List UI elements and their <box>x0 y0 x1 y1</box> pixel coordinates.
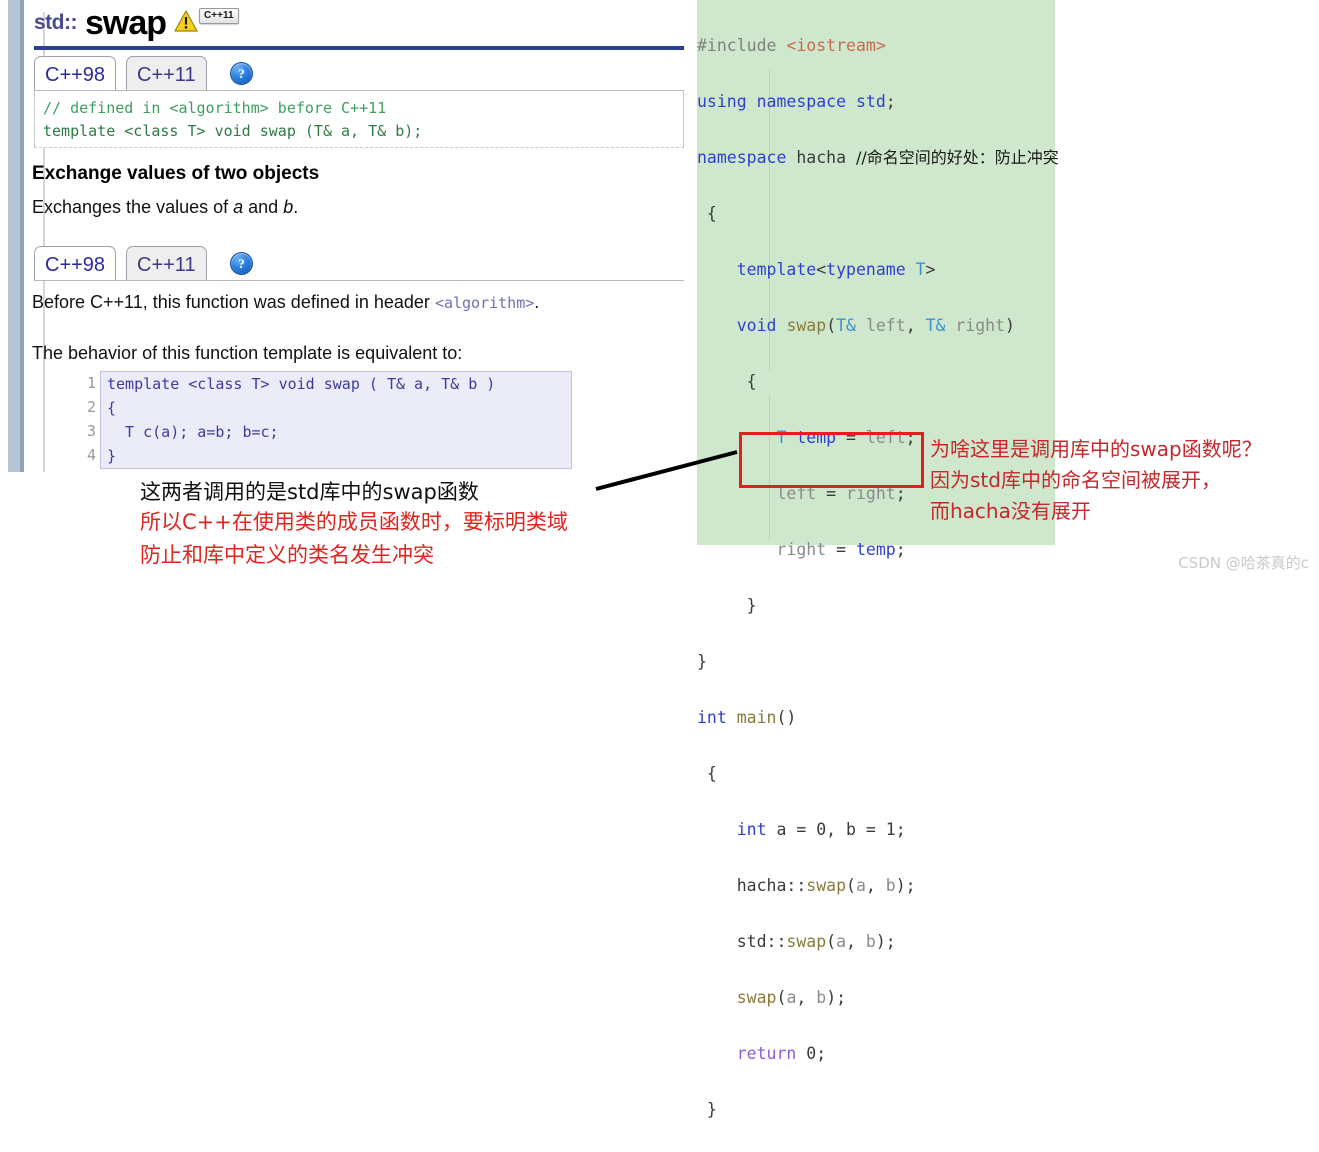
annotation-right-red: 为啥这里是调用库中的swap函数呢？ 因为std库中的命名空间被展开， 而hac… <box>930 434 1262 527</box>
code-line-brace-close-main: } <box>697 1100 717 1119</box>
before-text: Before C++11, this function was defined … <box>32 292 435 312</box>
tab-cpp11-top[interactable]: C++11 <box>126 56 207 90</box>
csdn-watermark: CSDN @哈茶真的c <box>1178 554 1309 572</box>
code-line-int-decl: int a = 0, b = 1; <box>736 820 906 839</box>
paragraph-var-a: a <box>233 197 244 217</box>
code-line-namespace: namespace hacha //命名空间的好处：防止冲突 <box>697 148 1059 167</box>
reference-panel: std:: swap C++11 C++98 C++11 ? // define… <box>0 0 697 472</box>
code-editor-text[interactable]: #include <iostream> using namespace std;… <box>697 4 1317 1152</box>
line-number-gutter: 1 2 3 4 <box>76 371 100 469</box>
help-icon-bottom[interactable]: ? <box>230 252 253 275</box>
sidebar-rail-inner <box>20 0 24 472</box>
section-heading: Exchange values of two objects <box>32 163 320 184</box>
before-period: . <box>534 292 540 312</box>
code-line-include: #include <iostream> <box>697 36 886 55</box>
code-line: template <class T> void swap ( T& a, T& … <box>107 375 496 393</box>
code-line-brace-open-fn: { <box>697 372 757 391</box>
help-icon-top[interactable]: ? <box>230 62 253 85</box>
line-number: 4 <box>86 446 96 464</box>
code-line-brace-close-ns: } <box>697 652 707 671</box>
equivalent-code-text: template <class T> void swap ( T& a, T& … <box>100 371 572 469</box>
algorithm-header-ref: <algorithm> <box>434 294 535 312</box>
title-namespace: std:: <box>34 11 78 34</box>
code-line: T c(a); a=b; b=c; <box>107 423 279 441</box>
cpp11-badge-group: C++11 <box>174 8 239 32</box>
annotation-left-red-line1: 所以C++在使用类的成员函数时，要标明类域 <box>140 510 568 534</box>
code-line-using: using namespace std; <box>697 92 896 111</box>
code-line-brace-close-fn: } <box>697 596 757 615</box>
paragraph-mid: and <box>243 197 284 217</box>
tab-cpp98-top[interactable]: C++98 <box>34 56 117 90</box>
sidebar-rail-outer <box>8 0 20 472</box>
snippet-cpp98: // defined in <algorithm> before C++11 t… <box>34 91 684 148</box>
annotation-left-red-line2: 防止和库中定义的类名发生冲突 <box>140 543 434 567</box>
annotation-left-red: 所以C++在使用类的成员函数时，要标明类域 防止和库中定义的类名发生冲突 <box>140 506 568 572</box>
code-line-hacha-swap: hacha::swap(a, b); <box>697 876 916 895</box>
code-line-return: return 0; <box>736 1044 827 1063</box>
code-line: { <box>107 399 117 417</box>
tab-cpp98-bottom[interactable]: C++98 <box>34 246 117 280</box>
annotation-right-red-line3: 而hacha没有展开 <box>930 499 1091 523</box>
cpp11-badge-label: C++11 <box>199 8 239 24</box>
section-paragraph: Exchanges the values of a and b. <box>32 197 298 218</box>
snippet-code-line: template <class T> void swap (T& a, T& b… <box>43 122 423 140</box>
behavior-text: The behavior of this function template i… <box>32 343 463 363</box>
line-number: 3 <box>86 422 96 440</box>
paragraph-var-b: b <box>283 197 294 217</box>
tabgroup-bottom-rule <box>34 280 684 281</box>
code-line-std-swap: std::swap(a, b); <box>697 932 896 951</box>
title-underline <box>34 46 684 50</box>
line-number: 2 <box>86 398 96 416</box>
title-function-name: swap <box>85 4 167 42</box>
warning-triangle-icon <box>174 10 198 32</box>
highlight-box-std-swap <box>739 432 924 488</box>
before-cpp11-text: Before C++11, this function was defined … <box>32 292 539 313</box>
equivalent-code-block: 1 2 3 4 template <class T> void swap ( T& a… <box>76 371 572 469</box>
code-line-brace-open-main: { <box>697 764 717 783</box>
code-line-brace-open-ns: { <box>697 204 717 223</box>
code-line-template: template<typename T> <box>736 260 936 279</box>
annotation-right-red-line1: 为啥这里是调用库中的swap函数呢？ <box>930 437 1262 461</box>
code-line-void-swap: void swap(T& left, T& right) <box>736 316 1015 335</box>
code-line-main: int main() <box>697 708 797 727</box>
annotation-right-red-line2: 因为std库中的命名空间被展开， <box>930 468 1221 492</box>
code-line-bare-swap: swap(a, b); <box>736 988 847 1007</box>
annotation-left-black: 这两者调用的是std库中的swap函数 <box>140 480 479 504</box>
paragraph-end: . <box>293 197 299 217</box>
page-title: std:: swap C++11 <box>34 4 239 42</box>
snippet-comment-line: // defined in <algorithm> before C++11 <box>43 99 387 117</box>
tab-cpp11-bottom[interactable]: C++11 <box>126 246 207 280</box>
code-line: } <box>107 447 117 465</box>
line-number: 1 <box>86 374 96 392</box>
reference-content: std:: swap C++11 C++98 C++11 ? // define… <box>30 0 697 472</box>
paragraph-pre: Exchanges the values of <box>32 197 234 217</box>
